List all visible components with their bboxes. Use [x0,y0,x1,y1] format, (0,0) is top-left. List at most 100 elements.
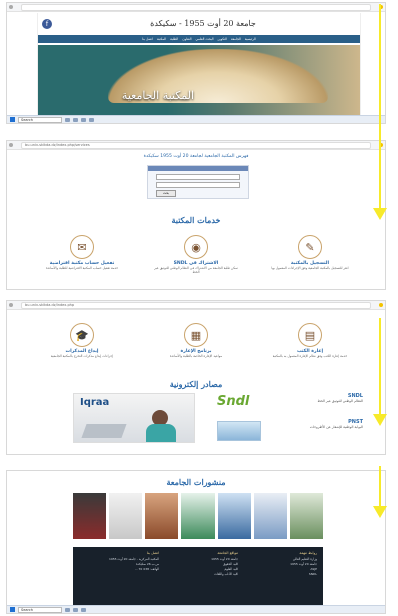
footer-text: الهاتف: 038 70 ... [134,567,159,571]
extension-icon[interactable] [379,303,383,307]
publication-cover[interactable] [253,493,287,539]
publication-cover[interactable] [217,493,251,539]
back-icon[interactable] [9,303,13,307]
service-text: خدمة تفعيل حساب المكتبة الافتراضية للطلب… [45,266,119,270]
scroll-down-arrow [373,318,387,430]
facebook-icon[interactable]: f [42,19,52,29]
publications-title: منشورات الجامعة [166,477,226,487]
footer-column-title: اتصل بنا [146,551,159,555]
opac-search-panel: بحث [147,165,249,199]
nav-item[interactable]: الجامعة [231,37,241,41]
book-icon: ▤ [298,323,322,347]
site-footer: روابط مهمة وزارة التعليم العالي جامعة 20… [73,547,323,607]
address-bar[interactable]: bu.univ-skikda.dz/index.php [21,301,371,309]
windows-taskbar: Search [7,605,385,613]
footer-column: اتصل بنا المكتبة المركزية - جامعة 20 أوت… [79,551,159,603]
nav-item[interactable]: المكتبة [157,37,166,41]
windows-start-icon[interactable] [10,607,15,612]
main-nav: الرئيسية الجامعة التكوين البحث العلمي ال… [38,35,360,43]
nav-item[interactable]: الطلبة [170,37,178,41]
services-title: خدمات المكتبة [171,215,221,225]
screenshot-eresources: bu.univ-skikda.dz/index.php ▤ إعارة الكت… [6,300,386,455]
service-card[interactable]: ✉ تفعيل حساب مكتبة افتراضية خدمة تفعيل ح… [39,235,125,274]
back-icon[interactable] [9,5,13,9]
banner-title: المكتبة الجامعية [121,89,195,102]
taskbar-app-icon[interactable] [81,117,86,122]
service-text: إجراءات إيداع مذكرات التخرج بالمكتبة الج… [50,354,114,358]
opac-search-input[interactable] [156,174,240,180]
footer-link[interactable]: SNDL [247,572,317,577]
windows-start-icon[interactable] [10,117,15,122]
opac-search-type-select[interactable] [156,182,240,188]
scroll-down-arrow [373,466,387,522]
screenshot-services: bu.univ-skikda.dz/index.php/services فهر… [6,140,386,290]
footer-link[interactable]: كلية الآداب واللغات [168,572,238,577]
taskbar-app-icon[interactable] [81,607,86,612]
footer-column: روابط مهمة وزارة التعليم العالي جامعة 20… [247,551,317,603]
opac-search-button[interactable]: بحث [156,190,176,197]
publication-cover[interactable] [73,493,107,539]
university-logo-title: جامعة 20 أوت 1955 - سكيكدة [150,19,256,28]
publication-cover[interactable] [181,493,215,539]
taskbar-app-icon[interactable] [65,607,70,612]
nav-item[interactable]: البحث العلمي [195,37,213,41]
resource-text: البوابة الوطنية للإشعار عن الأطروحات [309,425,363,429]
services-row: ✎ التسجيل بالمكتبة انقر للتسجيل بالمكتبة… [7,235,385,274]
service-text: تمكن طلبة الجامعة من الاشتراك في النظام … [154,266,238,274]
service-card[interactable]: ▦ برنامج الإعارة مواعيد الإعارة الخاصة ب… [153,323,239,358]
iqraa-logo: Iqraa [80,397,110,408]
back-icon[interactable] [9,143,13,147]
service-text: انقر للتسجيل بالمكتبة الجامعية وفق الإجر… [271,266,349,270]
footer-column: مواقع الجامعة جامعة 20 أوت 1955 كلية الح… [168,551,238,603]
sndl-logo[interactable]: Sndl [217,394,263,412]
address-bar[interactable] [21,3,371,11]
screenshot-home: f جامعة 20 أوت 1955 - سكيكدة الرئيسية ال… [6,2,386,124]
opac-title: فهرس المكتبة الجامعية لجامعة 20 أوت 1955… [143,154,249,159]
nav-item[interactable]: التكوين [217,37,227,41]
taskbar-app-icon[interactable] [89,117,94,122]
service-card[interactable]: ▤ إعارة الكتب خدمة إعارة الكتب وفق نظام … [267,323,353,358]
publications-carousel [73,493,323,539]
service-card[interactable]: ◉ الاشتراك في SNDL تمكن طلبة الجامعة من … [153,235,239,274]
scroll-down-arrow [373,4,387,224]
envelope-icon: ✉ [70,235,94,259]
taskbar-app-icon[interactable] [73,607,78,612]
service-text: مواعيد الإعارة الخاصة بالطلبة والأساتذة [169,354,223,358]
service-card[interactable]: ✎ التسجيل بالمكتبة انقر للتسجيل بالمكتبة… [267,235,353,274]
resource-text: النظام الوطني للتوثيق عبر الخط [317,399,363,403]
footer-column-title: روابط مهمة [299,551,317,555]
database-icon: ◉ [184,235,208,259]
services-row: ▤ إعارة الكتب خدمة إعارة الكتب وفق نظام … [7,323,385,358]
iqraa-banner[interactable]: Iqraa [73,393,195,443]
resource-item[interactable]: PNST البوابة الوطنية للإشعار عن الأطروحا… [269,419,363,429]
pnst-logo-image[interactable] [217,421,261,441]
browser-toolbar: bu.univ-skikda.dz/index.php [7,301,385,310]
books-image [81,424,127,438]
reading-person-image [146,424,176,442]
service-text: خدمة إعارة الكتب وفق نظام الإعارة المعمو… [272,354,348,358]
taskbar-search[interactable]: Search [18,606,62,613]
service-card[interactable]: 🎓 إيداع المذكرات إجراءات إيداع مذكرات ال… [39,323,125,358]
browser-toolbar: bu.univ-skikda.dz/index.php/services [7,141,385,150]
publication-cover[interactable] [289,493,323,539]
address-bar[interactable]: bu.univ-skikda.dz/index.php/services [21,141,371,149]
windows-taskbar: Search [7,115,385,123]
resource-item[interactable]: SNDL النظام الوطني للتوثيق عبر الخط [269,393,363,403]
taskbar-search[interactable]: Search [18,116,62,123]
library-banner: المكتبة الجامعية [38,45,360,115]
graduation-cap-icon: 🎓 [70,323,94,347]
screenshot-publications: منشورات الجامعة روابط مهمة وزارة التعليم… [6,470,386,614]
nav-item[interactable]: التعاون [182,37,191,41]
browser-toolbar [7,3,385,12]
nav-item[interactable]: اتصل بنا [142,37,153,41]
nav-item[interactable]: الرئيسية [245,37,256,41]
footer-column-title: مواقع الجامعة [217,551,238,555]
calendar-icon: ▦ [184,323,208,347]
taskbar-app-icon[interactable] [73,117,78,122]
pencil-icon: ✎ [298,235,322,259]
eresources-title: مصادر إلكترونية [169,379,223,389]
publication-cover[interactable] [109,493,143,539]
panel-header [148,166,248,171]
publication-cover[interactable] [145,493,179,539]
taskbar-app-icon[interactable] [65,117,70,122]
